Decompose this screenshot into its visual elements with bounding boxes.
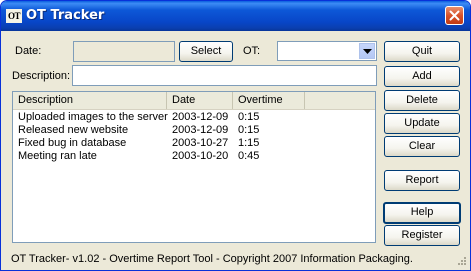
clear-button[interactable]: Clear (384, 136, 460, 157)
register-button[interactable]: Register (384, 225, 460, 246)
row-date: 2003-12-09 (172, 111, 229, 123)
description-field[interactable] (72, 65, 377, 86)
quit-button[interactable]: Quit (384, 41, 460, 62)
app-window: OT OT Tracker Date: Select OT: Descripti… (0, 0, 471, 271)
column-header-overtime[interactable]: Overtime (233, 92, 305, 109)
row-date: 2003-12-09 (172, 124, 229, 136)
list-row[interactable]: Fixed bug in database 2003-10-27 1:15 (13, 137, 375, 150)
row-date: 2003-10-20 (172, 150, 229, 162)
update-button[interactable]: Update (384, 113, 460, 134)
window-title: OT Tracker (26, 8, 105, 23)
column-header-date[interactable]: Date (167, 92, 233, 109)
row-overtime: 1:15 (238, 137, 260, 149)
row-overtime: 0:15 (238, 124, 260, 136)
status-bar-text: OT Tracker- v1.02 - Overtime Report Tool… (11, 253, 413, 265)
description-label: Description: (12, 70, 71, 82)
ot-dropdown[interactable] (277, 41, 377, 61)
row-description: Meeting ran late (18, 150, 97, 162)
date-label: Date: (15, 45, 42, 57)
report-button[interactable]: Report (384, 170, 460, 191)
add-button[interactable]: Add (384, 66, 460, 87)
delete-button[interactable]: Delete (384, 90, 460, 111)
row-overtime: 0:45 (238, 150, 260, 162)
date-field[interactable] (73, 41, 175, 62)
column-header-description[interactable]: Description (13, 92, 167, 109)
resize-grip-icon[interactable] (456, 257, 467, 268)
row-description: Uploaded images to the server (18, 111, 168, 123)
row-description: Fixed bug in database (18, 137, 127, 149)
select-date-button[interactable]: Select (179, 41, 233, 62)
title-bar[interactable]: OT OT Tracker (1, 1, 470, 31)
close-icon (449, 10, 460, 21)
ot-label: OT: (243, 45, 261, 57)
overtime-list[interactable]: Description Date Overtime Uploaded image… (12, 91, 376, 243)
row-overtime: 0:15 (238, 111, 260, 123)
row-date: 2003-10-27 (172, 137, 229, 149)
close-button[interactable] (445, 6, 464, 25)
app-icon: OT (6, 9, 22, 23)
chevron-down-icon (363, 49, 372, 54)
ot-dropdown-button[interactable] (359, 43, 375, 59)
help-button[interactable]: Help (383, 202, 461, 224)
list-row[interactable]: Released new website 2003-12-09 0:15 (13, 124, 375, 137)
list-row[interactable]: Uploaded images to the server 2003-12-09… (13, 111, 375, 124)
row-description: Released new website (18, 124, 129, 136)
list-header: Description Date Overtime (13, 92, 375, 110)
list-row[interactable]: Meeting ran late 2003-10-20 0:45 (13, 150, 375, 163)
